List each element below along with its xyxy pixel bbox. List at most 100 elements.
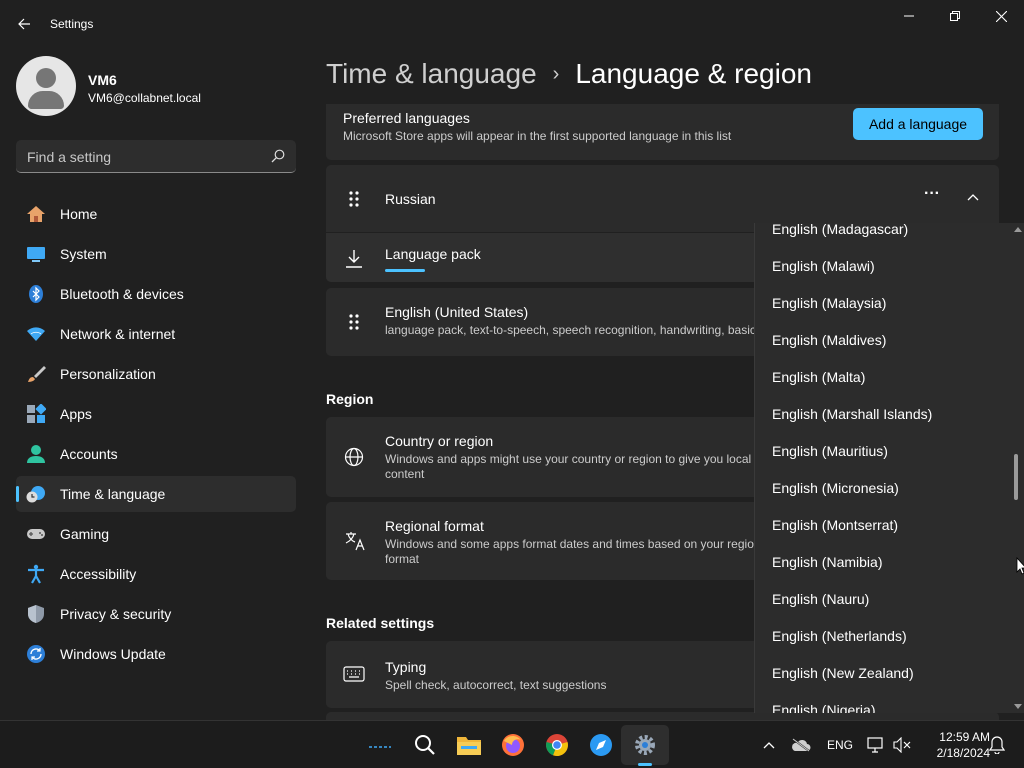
dropdown-option[interactable]: English (Malta) bbox=[772, 369, 865, 385]
dropdown-scrollbar[interactable] bbox=[1011, 223, 1023, 713]
chevron-right-icon: › bbox=[552, 62, 560, 85]
dropdown-option[interactable]: English (Nigeria) bbox=[772, 702, 875, 713]
next-card-edge bbox=[326, 712, 999, 720]
back-arrow-icon bbox=[18, 18, 30, 30]
sidebar-item-label: Bluetooth & devices bbox=[60, 286, 184, 302]
sidebar-item-time-language[interactable]: Time & language bbox=[16, 476, 296, 512]
country-region-title: Country or region bbox=[385, 433, 494, 449]
more-options-button[interactable]: ··· bbox=[924, 185, 940, 203]
minimize-icon bbox=[904, 15, 914, 17]
search-input[interactable]: Find a setting bbox=[16, 140, 296, 173]
dropdown-option[interactable]: English (Mauritius) bbox=[772, 443, 888, 459]
dropdown-option[interactable]: English (Netherlands) bbox=[772, 628, 907, 644]
typing-subtitle: Spell check, autocorrect, text suggestio… bbox=[385, 678, 607, 692]
dropdown-option[interactable]: English (Nauru) bbox=[772, 591, 869, 607]
preferred-languages-title: Preferred languages bbox=[343, 110, 470, 126]
language-dropdown-list[interactable]: English (Madagascar) English (Malawi) En… bbox=[754, 223, 1024, 713]
gamepad-icon bbox=[27, 529, 45, 539]
clock-time: 12:59 AM bbox=[939, 730, 990, 744]
sidebar-item-system[interactable]: System bbox=[16, 236, 296, 272]
sidebar-item-label: Time & language bbox=[60, 486, 166, 502]
add-language-button[interactable]: Add a language bbox=[853, 108, 983, 140]
accessibility-icon bbox=[28, 564, 44, 584]
file-explorer-button[interactable] bbox=[453, 729, 485, 761]
sidebar-nav: Home System Bluetooth & devices Network … bbox=[16, 196, 296, 676]
preferred-languages-subtitle: Microsoft Store apps will appear in the … bbox=[343, 129, 732, 143]
minimize-button[interactable] bbox=[886, 0, 932, 32]
taskbar-search-button[interactable] bbox=[409, 729, 441, 761]
firefox-button[interactable] bbox=[497, 729, 529, 761]
volume-muted-icon bbox=[893, 737, 911, 753]
regional-format-icon bbox=[345, 532, 365, 551]
dropdown-option[interactable]: English (Marshall Islands) bbox=[772, 406, 932, 422]
input-language-indicator[interactable]: ENG bbox=[827, 738, 853, 752]
drag-handle-icon[interactable] bbox=[348, 190, 360, 208]
brush-icon bbox=[28, 366, 46, 382]
sidebar-item-privacy[interactable]: Privacy & security bbox=[16, 596, 296, 632]
dropdown-option[interactable]: English (Madagascar) bbox=[772, 223, 908, 237]
app-button[interactable] bbox=[585, 729, 617, 761]
sidebar-item-accessibility[interactable]: Accessibility bbox=[16, 556, 296, 592]
cloud-off-icon bbox=[792, 738, 811, 752]
close-icon bbox=[995, 10, 1007, 22]
breadcrumb: Time & language › Language & region bbox=[326, 58, 812, 90]
sidebar-item-bluetooth[interactable]: Bluetooth & devices bbox=[16, 276, 296, 312]
profile-email: VM6@collabnet.local bbox=[88, 91, 201, 105]
apps-icon bbox=[27, 404, 46, 423]
dropdown-option[interactable]: English (Micronesia) bbox=[772, 480, 899, 496]
mouse-cursor-icon bbox=[1016, 557, 1024, 575]
taskbar: ENG 12:59 AM 2/18/2024 bbox=[0, 720, 1024, 768]
language-item-russian[interactable]: Russian ··· bbox=[326, 165, 999, 232]
related-settings-heading: Related settings bbox=[326, 615, 435, 631]
language-pack-label: Language pack bbox=[385, 246, 481, 262]
user-profile[interactable]: VM6 VM6@collabnet.local bbox=[16, 56, 296, 118]
title-bar: Settings bbox=[0, 0, 1024, 48]
update-icon bbox=[27, 645, 45, 663]
sidebar-item-label: Apps bbox=[60, 406, 92, 422]
sidebar-item-label: Accessibility bbox=[60, 566, 137, 582]
sidebar-item-apps[interactable]: Apps bbox=[16, 396, 296, 432]
sidebar-item-windows-update[interactable]: Windows Update bbox=[16, 636, 296, 672]
dropdown-option[interactable]: English (Montserrat) bbox=[772, 517, 898, 533]
breadcrumb-parent[interactable]: Time & language bbox=[326, 58, 537, 90]
onedrive-button[interactable] bbox=[785, 729, 817, 761]
sidebar-item-accounts[interactable]: Accounts bbox=[16, 436, 296, 472]
country-region-subtitle-line2: content bbox=[385, 467, 425, 481]
notifications-button[interactable] bbox=[981, 729, 1013, 761]
scrollbar-thumb[interactable] bbox=[1014, 454, 1018, 500]
clock[interactable]: 12:59 AM 2/18/2024 bbox=[918, 729, 990, 761]
sidebar-item-personalization[interactable]: Personalization bbox=[16, 356, 296, 392]
sidebar-item-label: Home bbox=[60, 206, 98, 222]
shield-icon bbox=[28, 605, 44, 623]
gear-icon bbox=[635, 735, 655, 755]
chrome-button[interactable] bbox=[541, 729, 573, 761]
page-title: Language & region bbox=[575, 58, 812, 89]
chevron-up-icon[interactable] bbox=[967, 193, 979, 201]
dropdown-option[interactable]: English (New Zealand) bbox=[772, 665, 914, 681]
volume-button[interactable] bbox=[886, 729, 918, 761]
keyboard-icon bbox=[343, 666, 365, 682]
show-hidden-icons-button[interactable] bbox=[753, 729, 785, 761]
dropdown-option[interactable]: English (Malaysia) bbox=[772, 295, 886, 311]
restore-button[interactable] bbox=[932, 0, 978, 32]
widgets-button[interactable] bbox=[364, 729, 396, 761]
dropdown-option[interactable]: English (Malawi) bbox=[772, 258, 875, 274]
sidebar-item-label: System bbox=[60, 246, 107, 262]
profile-name: VM6 bbox=[88, 72, 117, 88]
chrome-icon bbox=[546, 734, 568, 757]
dropdown-option[interactable]: English (Namibia) bbox=[772, 554, 882, 570]
accounts-icon bbox=[27, 445, 45, 463]
settings-taskbar-button[interactable] bbox=[629, 729, 661, 761]
firefox-icon bbox=[502, 734, 524, 756]
sidebar-item-network[interactable]: Network & internet bbox=[16, 316, 296, 352]
typing-title: Typing bbox=[385, 659, 427, 675]
dropdown-option[interactable]: English (Maldives) bbox=[772, 332, 886, 348]
back-button[interactable] bbox=[10, 10, 38, 38]
scroll-down-arrow-icon[interactable] bbox=[1014, 704, 1022, 709]
sidebar-item-home[interactable]: Home bbox=[16, 196, 296, 232]
close-button[interactable] bbox=[978, 0, 1024, 32]
sidebar-item-gaming[interactable]: Gaming bbox=[16, 516, 296, 552]
drag-handle-icon[interactable] bbox=[348, 313, 360, 331]
sidebar-item-label: Privacy & security bbox=[60, 606, 172, 622]
scroll-up-arrow-icon[interactable] bbox=[1014, 227, 1022, 232]
